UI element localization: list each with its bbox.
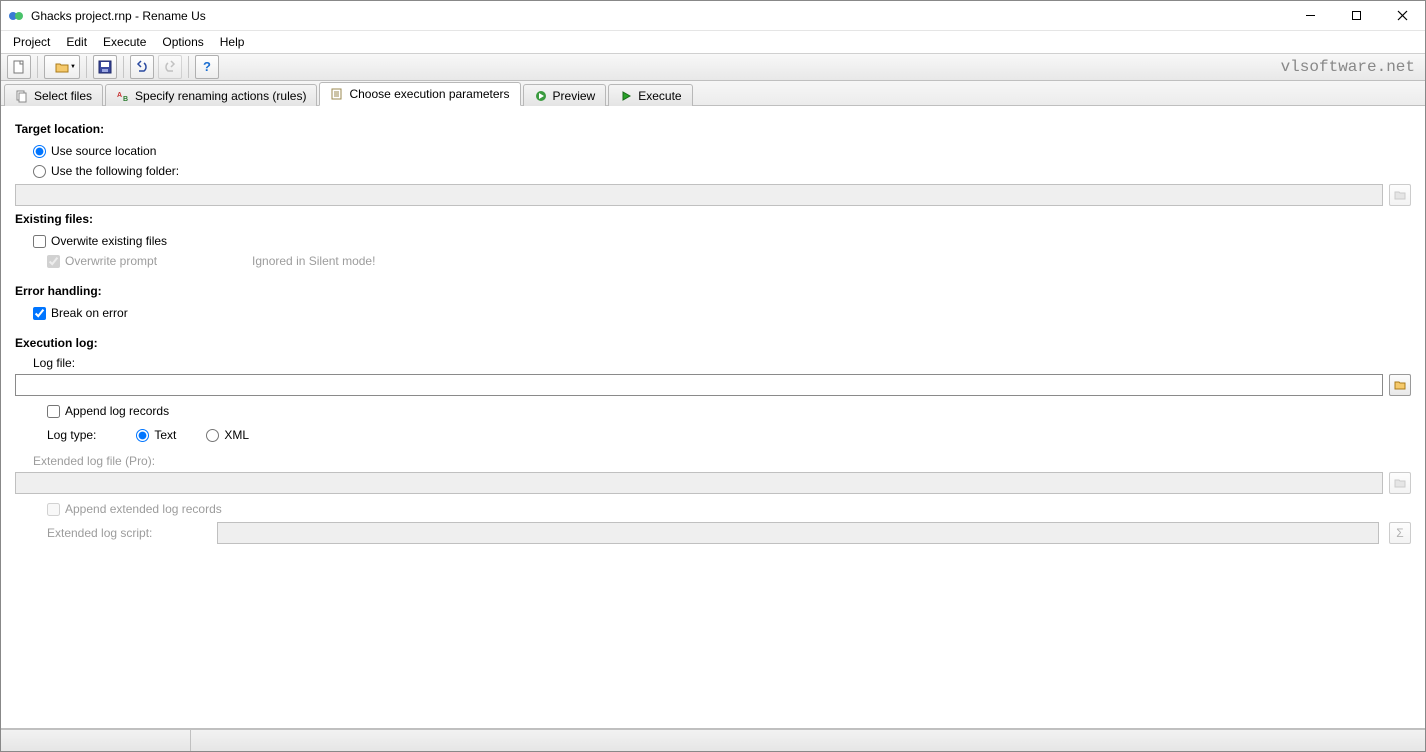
parameters-pane: Target location: Use source location Use… [1, 106, 1425, 729]
execute-icon [619, 89, 633, 103]
maximize-button[interactable] [1333, 1, 1379, 31]
sigma-icon: Σ [1396, 526, 1403, 540]
log-type-label: Log type: [47, 428, 96, 442]
extended-log-script-label: Extended log script: [47, 526, 207, 540]
overwrite-prompt-checkbox [47, 255, 60, 268]
tab-select-files[interactable]: Select files [4, 84, 103, 106]
error-handling-heading: Error handling: [15, 284, 1411, 298]
append-extended-log-checkbox [47, 503, 60, 516]
tab-preview[interactable]: Preview [523, 84, 607, 106]
log-file-label: Log file: [33, 356, 1411, 370]
open-button[interactable]: ▼ [44, 55, 80, 79]
menu-project[interactable]: Project [5, 33, 58, 51]
overwrite-checkbox[interactable] [33, 235, 46, 248]
new-button[interactable] [7, 55, 31, 79]
chevron-down-icon: ▼ [70, 64, 76, 70]
extended-log-script-input [217, 522, 1379, 544]
browse-extended-log-button [1389, 472, 1411, 494]
log-type-text-row[interactable]: Text [136, 426, 176, 444]
extended-log-input [15, 472, 1383, 494]
app-icon [8, 8, 24, 24]
redo-button[interactable] [158, 55, 182, 79]
existing-files-heading: Existing files: [15, 212, 1411, 226]
break-on-error-label: Break on error [51, 306, 128, 320]
tab-execution-parameters[interactable]: Choose execution parameters [319, 82, 520, 106]
status-bar [1, 729, 1425, 751]
menu-edit[interactable]: Edit [58, 33, 95, 51]
tab-label: Choose execution parameters [349, 87, 509, 101]
use-source-radio-row[interactable]: Use source location [33, 142, 1411, 160]
break-on-error-checkbox[interactable] [33, 307, 46, 320]
svg-text:A: A [117, 92, 122, 99]
menu-options[interactable]: Options [154, 33, 211, 51]
use-folder-radio-row[interactable]: Use the following folder: [33, 162, 1411, 180]
menu-help[interactable]: Help [212, 33, 253, 51]
target-location-heading: Target location: [15, 122, 1411, 136]
tab-label: Specify renaming actions (rules) [135, 89, 306, 103]
extended-log-script-sigma-button: Σ [1389, 522, 1411, 544]
tab-execute[interactable]: Execute [608, 84, 692, 106]
log-type-row: Log type: Text XML [47, 426, 1411, 444]
menu-bar: Project Edit Execute Options Help [1, 31, 1425, 53]
browse-log-file-button[interactable] [1389, 374, 1411, 396]
target-folder-input [15, 184, 1383, 206]
files-icon [15, 89, 29, 103]
window-title: Ghacks project.rnp - Rename Us [31, 9, 206, 23]
help-button[interactable]: ? [195, 55, 219, 79]
save-button[interactable] [93, 55, 117, 79]
extended-log-row [15, 472, 1411, 494]
status-pane-1 [1, 730, 191, 751]
use-source-radio[interactable] [33, 145, 46, 158]
ignored-silent-note: Ignored in Silent mode! [252, 254, 375, 268]
browse-target-folder-button [1389, 184, 1411, 206]
tab-label: Select files [34, 89, 92, 103]
log-type-xml-radio[interactable] [206, 429, 219, 442]
append-log-checkbox[interactable] [47, 405, 60, 418]
close-button[interactable] [1379, 1, 1425, 31]
tab-strip: Select files AB Specify renaming actions… [1, 81, 1425, 106]
folder-open-icon [1393, 188, 1407, 202]
log-file-input[interactable] [15, 374, 1383, 396]
append-log-row[interactable]: Append log records [47, 402, 1411, 420]
use-source-label: Use source location [51, 144, 156, 158]
tab-label: Preview [553, 89, 596, 103]
target-folder-row [15, 184, 1411, 206]
folder-open-icon [1393, 378, 1407, 392]
append-extended-log-label: Append extended log records [65, 502, 222, 516]
window-controls [1287, 1, 1425, 31]
log-type-xml-row[interactable]: XML [206, 426, 249, 444]
extended-log-script-row: Extended log script: Σ [47, 522, 1411, 544]
extended-log-label: Extended log file (Pro): [33, 454, 1411, 468]
preview-icon [534, 89, 548, 103]
params-icon [330, 87, 344, 101]
execution-log-heading: Execution log: [15, 336, 1411, 350]
append-extended-log-row: Append extended log records [47, 500, 1411, 518]
tab-label: Execute [638, 89, 681, 103]
undo-button[interactable] [130, 55, 154, 79]
folder-open-icon [1393, 476, 1407, 490]
status-pane-2 [191, 730, 1425, 751]
use-folder-label: Use the following folder: [51, 164, 179, 178]
minimize-button[interactable] [1287, 1, 1333, 31]
log-type-xml-label: XML [224, 428, 249, 442]
overwrite-check-row[interactable]: Overwite existing files [33, 232, 1411, 250]
title-bar: Ghacks project.rnp - Rename Us [1, 1, 1425, 31]
overwrite-prompt-label: Overwrite prompt [65, 254, 157, 268]
overwrite-prompt-row: Overwrite prompt Ignored in Silent mode! [47, 252, 1411, 270]
append-log-label: Append log records [65, 404, 169, 418]
overwrite-label: Overwite existing files [51, 234, 167, 248]
svg-text:B: B [123, 96, 128, 103]
brand-text: vlsoftware.net [1281, 58, 1421, 76]
rules-icon: AB [116, 89, 130, 103]
svg-text:?: ? [203, 59, 211, 74]
log-file-row [15, 374, 1411, 396]
toolbar: ▼ ? vlsoftware.net [1, 53, 1425, 81]
menu-execute[interactable]: Execute [95, 33, 154, 51]
use-folder-radio[interactable] [33, 165, 46, 178]
tab-specify-rules[interactable]: AB Specify renaming actions (rules) [105, 84, 317, 106]
log-type-text-radio[interactable] [136, 429, 149, 442]
log-type-text-label: Text [154, 428, 176, 442]
break-on-error-row[interactable]: Break on error [33, 304, 1411, 322]
